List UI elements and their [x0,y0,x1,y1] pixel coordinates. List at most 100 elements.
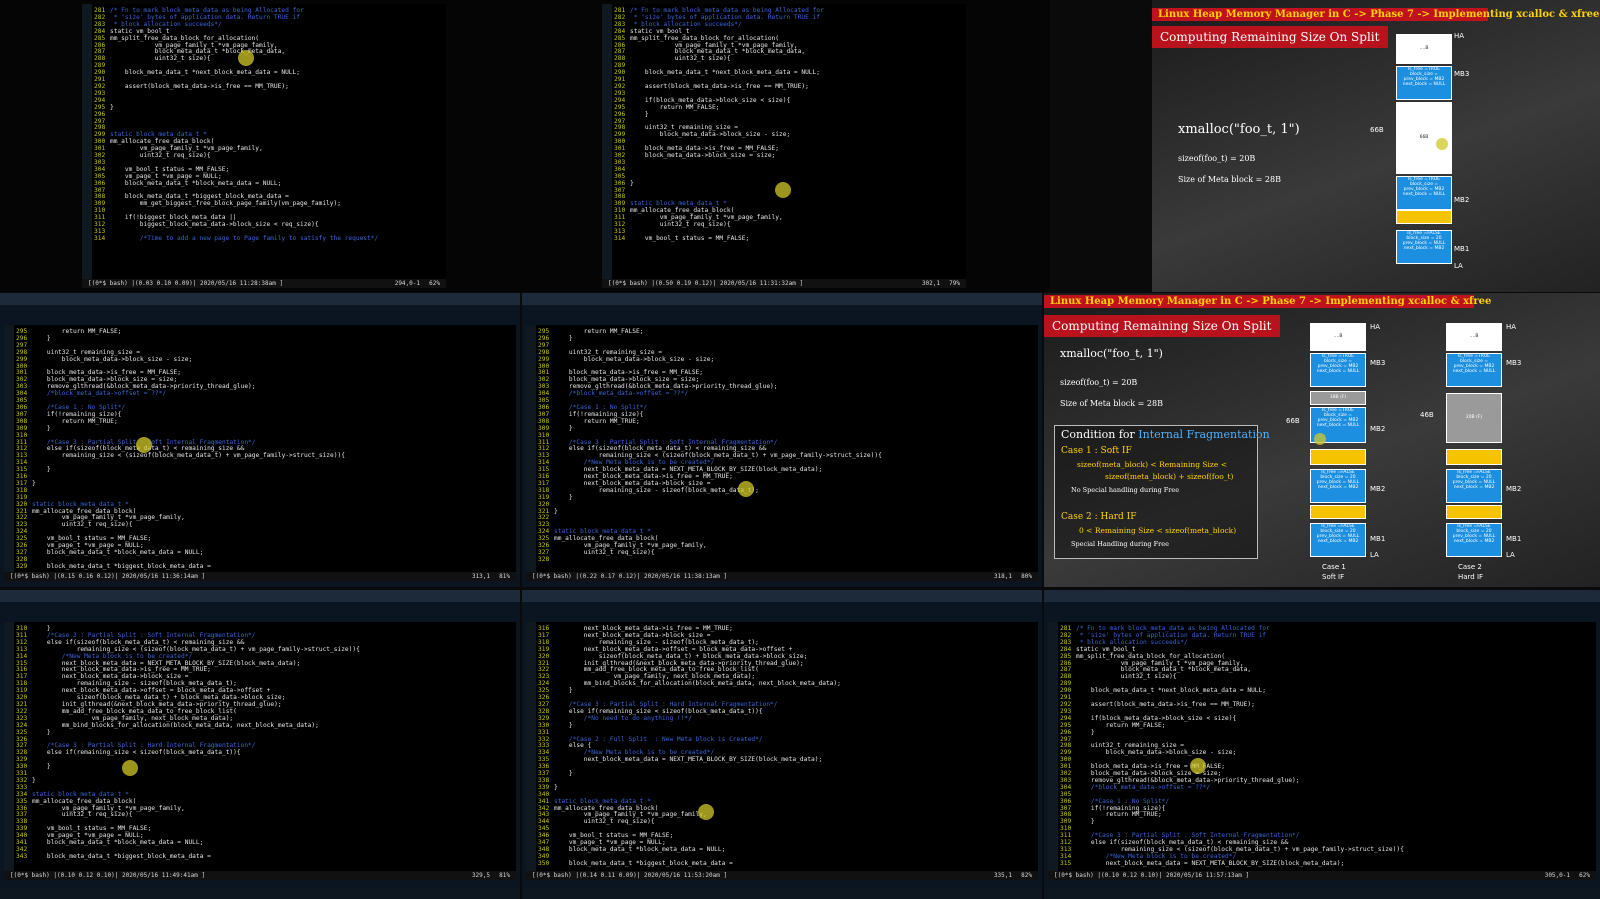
code-line: 309 } [538,424,1034,433]
code-area[interactable]: 310 } 311 /*Case 3 : Partial Split : Soft… [16,625,512,861]
xmalloc-call: xmalloc("foo_t, 1") [1060,347,1163,360]
top-block: ....B [1396,34,1452,64]
line-text: } [554,493,573,501]
slide-banner: Linux Heap Memory Manager in C -> Phase … [1152,8,1599,21]
code-line: 294 [94,97,442,105]
mb1-label: MB1 [1454,245,1470,253]
case2-note: Special Handling during Free [1071,540,1169,548]
code-line: 309 } [16,425,512,433]
terminal-tile-7[interactable]: 281/* Fn to mark block_meta_data as bein… [1044,590,1600,899]
vim-editor[interactable]: 281/* Fn to mark block_meta_data as bein… [1048,622,1596,880]
code-area[interactable]: 281/* Fn to mark block_meta_data as bein… [614,7,962,243]
line-number: 314 [614,234,626,242]
free-block-20: 20B (F) [1446,393,1502,443]
condition-title: Condition for Internal Fragmentation [1061,428,1270,441]
vim-editor[interactable]: 295 return MM_FALSE; 296 } 297 298 uint32_t… [4,325,516,581]
window-titlebar [522,590,1042,602]
line-text: } [32,763,51,771]
vim-gutter [4,622,14,880]
vim-editor[interactable]: 295 return MM_FALSE; 296 } 297 298 uint32_t… [526,325,1038,581]
line-text: block_meta_data_t *block_meta_data = NUL… [110,179,282,187]
mouse-highlight [122,760,138,776]
terminal-tile-4[interactable]: 295 return MM_FALSE; 296 } 297 298 uint32_t… [522,293,1042,587]
mouse-highlight [238,50,254,66]
line-text: } [554,424,573,432]
mb2-label: MB2 [1454,196,1470,204]
terminal-tile-2[interactable]: 281/* Fn to mark block_meta_data as bein… [520,0,1050,292]
code-line: 338 [538,777,1034,785]
mouse-highlight [1314,433,1326,445]
window-titlebar [1044,590,1600,602]
line-text: } [110,103,114,111]
vim-statusline: [(0*$ bash) |(0.15 0.16 0.12)| 2020/05/1… [4,572,516,581]
statusline-text: [(0*$ bash) |(0.22 0.17 0.12)| 2020/05/1… [532,573,728,580]
vim-editor[interactable]: 281/* Fn to mark block_meta_data as bein… [602,4,966,288]
code-line: 336 [538,763,1034,771]
line-text: mm_bind_blocks_for_allocation(block_meta… [554,680,841,688]
vim-editor[interactable]: 316 next_block_meta_data->is_free = MM_T… [526,622,1038,880]
vim-statusline: [(0*$ bash) |(0.10 0.12 0.10)| 2020/05/1… [1048,871,1596,880]
vim-gutter [526,325,536,581]
code-area[interactable]: 281/* Fn to mark block_meta_data as bein… [1060,625,1592,868]
code-area[interactable]: 281/* Fn to mark block_meta_data as bein… [94,7,442,243]
window-titlebar [522,293,1042,305]
terminal-tile-6[interactable]: 316 next_block_meta_data->is_free = MM_T… [522,590,1042,899]
line-text: /*Time to add a new page to Page family … [110,234,379,242]
sizeof-foo: sizeof(foo_t) = 20B [1178,154,1256,163]
line-number: 343 [16,852,28,860]
la-label: LA [1370,551,1379,559]
line-text: block_meta_data_t *block_meta_data = NUL… [32,549,204,556]
cursor-position: 305,0-1 [1544,872,1570,879]
vim-statusline: [(0*$ bash) |(0.10 0.12 0.10)| 2020/05/1… [4,871,516,880]
meta-block-mid: Is_free =FALSE block_size = 20 prev_bloc… [1446,469,1502,503]
vim-editor[interactable]: 310 } 311 /*Case 3 : Partial Split : Soft… [4,622,516,880]
scroll-percent: 81% [499,573,510,580]
line-text: mm_get_biggest_free_block_page_family(vm… [110,200,341,208]
line-text: next_block_meta_data = NEXT_META_BLOCK_B… [1076,859,1345,867]
code-line: 343 block_meta_data_t *biggest_block_met… [16,852,512,861]
code-line: 295 return MM_FALSE; [538,328,1034,336]
mouse-highlight [136,437,152,453]
slide-heading: Computing Remaining Size On Split [1152,26,1388,48]
terminal-tile-5[interactable]: 310 } 311 /*Case 3 : Partial Split : Soft… [0,590,520,899]
line-text: assert(block_meta_data->is_free == MM_TR… [110,82,289,90]
line-text: } [554,770,573,778]
line-text: block_meta_data_t *biggest_block_meta_da… [32,562,211,570]
code-line: 296 } [1060,729,1592,737]
code-line: 320 [538,501,1034,509]
vim-gutter [1048,622,1058,880]
code-area[interactable]: 295 return MM_FALSE; 296 } 297 298 uint32_t… [16,328,512,571]
code-area[interactable]: 295 return MM_FALSE; 296 } 297 298 uint32_t… [538,328,1034,564]
sizeof-foo: sizeof(foo_t) = 20B [1060,378,1138,387]
terminal-tile-3[interactable]: 295 return MM_FALSE; 296 } 297 298 uint32_t… [0,293,520,587]
meta-size: Size of Meta block = 28B [1178,175,1281,184]
code-line: 293 [94,90,442,98]
vim-editor[interactable]: 281/* Fn to mark block_meta_data as bein… [82,4,446,288]
line-text: block_meta_data_t *next_block_meta_data … [110,69,300,77]
statusline-text: [(0*$ bash) |(0.50 0.19 0.12)| 2020/05/1… [608,280,804,287]
code-line: 306 block_meta_data_t *block_meta_data =… [94,179,442,188]
line-text: uint32_t size){ [1076,673,1177,681]
slide-banner: Linux Heap Memory Manager in C -> Phase … [1044,295,1491,308]
code-area[interactable]: 316 next_block_meta_data->is_free = MM_T… [538,625,1034,868]
code-line: 309 } [1060,818,1592,826]
size-46b-label: 46B [1420,411,1434,419]
code-line: 324 mm_bind_blocks_for_allocation(block_… [16,722,512,730]
code-line: 290 block_meta_data_t *next_block_meta_d… [614,69,962,77]
meta-block-1: Is_free =FALSE block_size = 20 prev_bloc… [1310,523,1366,557]
line-text: block_meta_data->block_size - size; [630,131,791,139]
code-line: 330 } [16,763,512,771]
statusline-text: [(0*$ bash) |(0.10 0.12 0.10)| 2020/05/1… [1054,872,1250,879]
line-text: } [32,466,51,474]
code-line: 321} [538,508,1034,516]
code-line: 299 block_meta_data->block_size - size; [1060,749,1592,757]
line-text: /*block_meta_data->offset = ??*/ [32,390,167,398]
code-line: 339} [538,784,1034,792]
code-line: 318 [16,487,512,495]
terminal-tile-1[interactable]: 281/* Fn to mark block_meta_data as bein… [0,0,520,292]
code-line: 314 vm_bool_t status = MM_FALSE; [614,234,962,243]
code-line: 312 uint32_t req_size){ [614,221,962,229]
ha-label: HA [1506,323,1517,331]
mouse-highlight [1436,138,1448,150]
case2-title: Case 2 : Hard IF [1061,512,1137,522]
